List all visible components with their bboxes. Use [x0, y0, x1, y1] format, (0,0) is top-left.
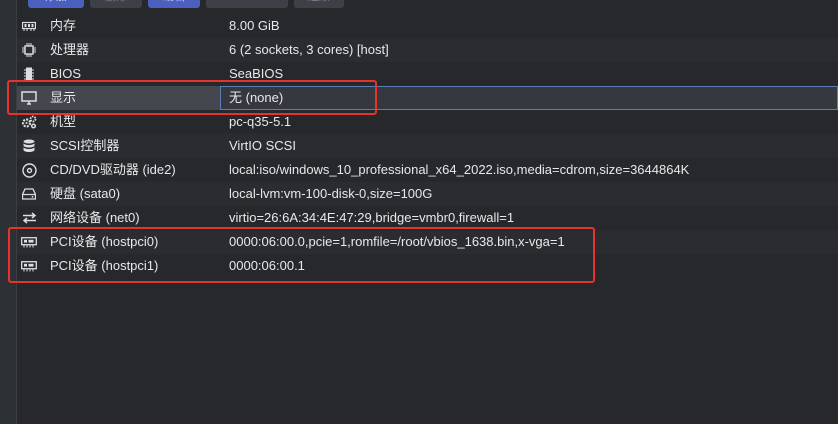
hardware-value: 0000:06:00.1	[229, 258, 305, 273]
hardware-row-network[interactable]: 网络设备 (net0) virtio=26:6A:34:4E:47:29,bri…	[17, 206, 838, 230]
hardware-value: 0000:06:00.0,pcie=1,romfile=/root/vbios_…	[229, 234, 565, 249]
add-button[interactable]: 添加	[28, 0, 84, 8]
hardware-key: 网络设备 (net0)	[50, 210, 140, 225]
hardware-key: 内存	[50, 18, 77, 33]
memory-icon	[21, 18, 37, 34]
hardware-row-pci-hostpci0[interactable]: PCI设备 (hostpci0) 0000:06:00.0,pcie=1,rom…	[17, 230, 838, 254]
hardware-value: local:iso/windows_10_professional_x64_20…	[229, 162, 690, 177]
hardware-row-machine[interactable]: 机型 pc-q35-5.1	[17, 110, 838, 134]
hdd-icon	[21, 186, 37, 202]
hardware-value: SeaBIOS	[229, 66, 284, 81]
remove-button[interactable]: 删除	[90, 0, 142, 8]
edit-button[interactable]: 编辑	[148, 0, 200, 8]
cpu-icon	[21, 42, 37, 58]
disk-action-button[interactable]: Disk Action	[206, 0, 288, 8]
hardware-row-cd-dvd[interactable]: CD/DVD驱动器 (ide2) local:iso/windows_10_pr…	[17, 158, 838, 182]
pci-card-icon	[21, 234, 37, 250]
hardware-value: virtio=26:6A:34:4E:47:29,bridge=vmbr0,fi…	[229, 210, 515, 225]
hardware-row-hard-disk[interactable]: 硬盘 (sata0) local-lvm:vm-100-disk-0,size=…	[17, 182, 838, 206]
left-panel-edge	[0, 0, 17, 424]
hardware-value: 6 (2 sockets, 3 cores) [host]	[229, 42, 389, 57]
hardware-key: PCI设备 (hostpci1)	[50, 258, 159, 273]
hardware-row-processor[interactable]: 处理器 6 (2 sockets, 3 cores) [host]	[17, 38, 838, 62]
hardware-row-bios[interactable]: BIOS SeaBIOS	[17, 62, 838, 86]
monitor-icon	[21, 90, 37, 106]
hardware-key: 硬盘 (sata0)	[50, 186, 121, 201]
revert-button[interactable]: 还原	[294, 0, 344, 8]
hardware-row-scsi-controller[interactable]: SCSI控制器 VirtIO SCSI	[17, 134, 838, 158]
hardware-grid: 内存 8.00 GiB 处理器 6 (2 sockets, 3 cores) […	[17, 14, 838, 278]
toolbar: 添加 删除 编辑 Disk Action 还原	[17, 0, 838, 10]
hardware-value: pc-q35-5.1	[229, 114, 292, 129]
hardware-key: CD/DVD驱动器 (ide2)	[50, 162, 176, 177]
disc-icon	[21, 162, 37, 178]
hardware-key: 处理器	[50, 42, 90, 57]
hardware-value: local-lvm:vm-100-disk-0,size=100G	[229, 186, 433, 201]
hardware-key: SCSI控制器	[50, 138, 120, 153]
hardware-key: PCI设备 (hostpci0)	[50, 234, 159, 249]
hardware-key: BIOS	[50, 66, 82, 81]
hardware-key: 机型	[50, 114, 77, 129]
pci-card-icon	[21, 258, 37, 274]
database-icon	[21, 138, 37, 154]
network-exchange-icon	[21, 210, 37, 226]
gears-icon	[21, 114, 37, 130]
selected-cell	[220, 86, 838, 110]
hardware-row-memory[interactable]: 内存 8.00 GiB	[17, 14, 838, 38]
hardware-row-pci-hostpci1[interactable]: PCI设备 (hostpci1) 0000:06:00.1	[17, 254, 838, 278]
chip-icon	[21, 66, 37, 82]
hardware-row-display[interactable]: 显示 无 (none)	[17, 86, 838, 110]
hardware-value: VirtIO SCSI	[229, 138, 296, 153]
hardware-key: 显示	[50, 90, 77, 105]
hardware-value: 8.00 GiB	[229, 18, 280, 33]
hardware-value: 无 (none)	[229, 90, 284, 105]
